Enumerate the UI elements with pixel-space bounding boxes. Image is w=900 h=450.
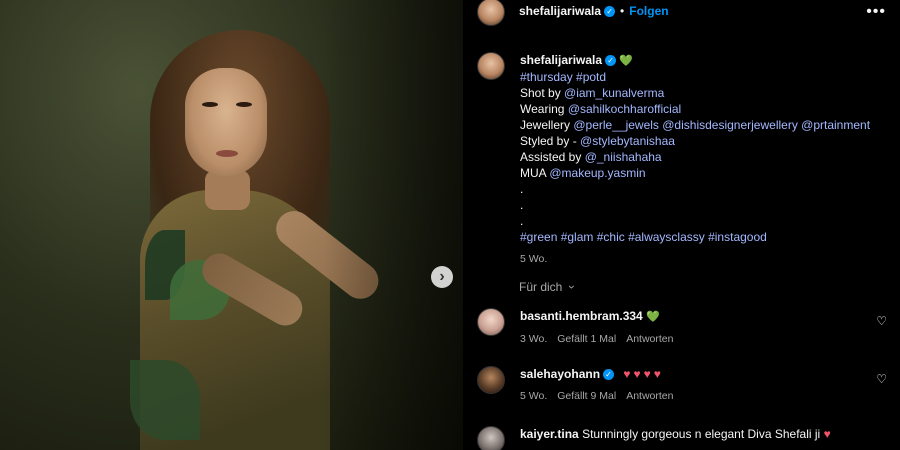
reply-button[interactable]: Antworten [626, 333, 673, 345]
shot-label: Shot by [520, 86, 565, 100]
eye-shape [236, 102, 252, 107]
heart-outline-icon[interactable]: ♡ [876, 314, 887, 328]
caption-timestamp[interactable]: 5 Wo. [520, 251, 870, 267]
eye-shape [202, 102, 218, 107]
header-user: shefalijariwala ✓ • Folgen [519, 4, 669, 18]
comment-likes[interactable]: Gefällt 1 Mal [557, 333, 616, 345]
avatar[interactable] [477, 308, 505, 336]
styled-link[interactable]: @stylebytanishaa [580, 134, 675, 148]
avatar[interactable] [477, 366, 505, 394]
jewellery-links[interactable]: @perle__jewels @dishisdesignerjewellery … [573, 118, 870, 132]
green-heart-icon: 💚 [619, 55, 634, 67]
reply-button[interactable]: Antworten [626, 390, 673, 402]
comment-item: salehayohann ✓ ♥♥♥♥ 5 Wo. Gefällt 9 Mal A… [477, 366, 887, 402]
comment-meta: 3 Wo. Gefällt 1 Mal Antworten [520, 333, 887, 345]
post-image[interactable]: › [0, 0, 463, 450]
comment-username[interactable]: kaiyer.tina [520, 427, 579, 441]
caption-hashtags-top[interactable]: #thursday #potd [520, 69, 870, 85]
comment-time[interactable]: 3 Wo. [520, 333, 547, 345]
heart-outline-icon[interactable]: ♡ [876, 372, 887, 386]
face-shape [185, 68, 267, 176]
caption-hashtags-bottom[interactable]: #green #glam #chic #alwaysclassy #instag… [520, 229, 870, 245]
comment-time[interactable]: 5 Wo. [520, 390, 547, 402]
avatar[interactable] [477, 52, 505, 80]
mua-link[interactable]: @makeup.yasmin [549, 166, 645, 180]
chevron-right-icon: › [439, 268, 445, 285]
post-modal: › shefalijariwala ✓ • Folgen ••• shefalijar… [0, 0, 900, 450]
caption-username[interactable]: shefalijariwala [520, 53, 602, 67]
caption-dot: . [520, 198, 524, 212]
caption-body: shefalijariwala ✓ 💚 #thursday #potd Shot … [520, 52, 870, 267]
chevron-down-icon: › [564, 285, 579, 289]
comment-username[interactable]: salehayohann [520, 367, 600, 381]
lips-shape [216, 150, 238, 157]
photo-shadow [323, 0, 463, 450]
comments-panel: shefalijariwala ✓ • Folgen ••• shefalijariw… [463, 0, 900, 450]
embroidery-leaf [130, 360, 200, 440]
verified-badge-icon: ✓ [604, 6, 616, 18]
post-header: shefalijariwala ✓ • Folgen ••• [463, 0, 900, 26]
more-horizontal-icon[interactable]: ••• [866, 3, 886, 21]
verified-badge-icon: ✓ [605, 55, 617, 67]
for-you-dropdown[interactable]: Für dich › [519, 280, 579, 294]
assisted-label: Assisted by [520, 150, 585, 164]
follow-button[interactable]: Folgen [629, 4, 668, 18]
styled-label: Styled by - [520, 134, 581, 148]
caption-dot: . [520, 214, 524, 228]
comment-username[interactable]: basanti.hembram.334 [520, 309, 643, 323]
for-you-label: Für dich [519, 280, 563, 294]
jewellery-label: Jewellery [520, 118, 574, 132]
separator-dot: • [620, 4, 625, 18]
assisted-link[interactable]: @_niishahaha [585, 150, 662, 164]
mua-label: MUA [520, 166, 550, 180]
wearing-link[interactable]: @sahilkochharofficial [568, 102, 681, 116]
caption: shefalijariwala ✓ 💚 #thursday #potd Shot … [477, 52, 887, 267]
comment-item-partial: kaiyer.tina Stunningly gorgeous n elegan… [477, 426, 897, 450]
neck-shape [205, 170, 250, 210]
comment-likes[interactable]: Gefällt 9 Mal [557, 390, 616, 402]
verified-badge-icon: ✓ [603, 369, 615, 381]
caption-dot: . [520, 182, 524, 196]
comment-text: Stunningly gorgeous n elegant Diva Shefa… [582, 427, 824, 441]
comment-item: basanti.hembram.334 💚 3 Wo. Gefällt 1 Ma… [477, 308, 887, 345]
comment-text: ♥♥♥♥ [623, 367, 664, 381]
shot-link[interactable]: @iam_kunalverma [564, 86, 664, 100]
comment-text: 💚 [646, 311, 660, 323]
red-heart-icon: ♥ [823, 427, 831, 441]
avatar[interactable] [477, 0, 505, 26]
next-image-button[interactable]: › [431, 266, 453, 288]
avatar[interactable] [477, 426, 505, 450]
comment-meta: 5 Wo. Gefällt 9 Mal Antworten [520, 390, 887, 402]
header-username[interactable]: shefalijariwala [519, 4, 601, 18]
wearing-label: Wearing [520, 102, 568, 116]
